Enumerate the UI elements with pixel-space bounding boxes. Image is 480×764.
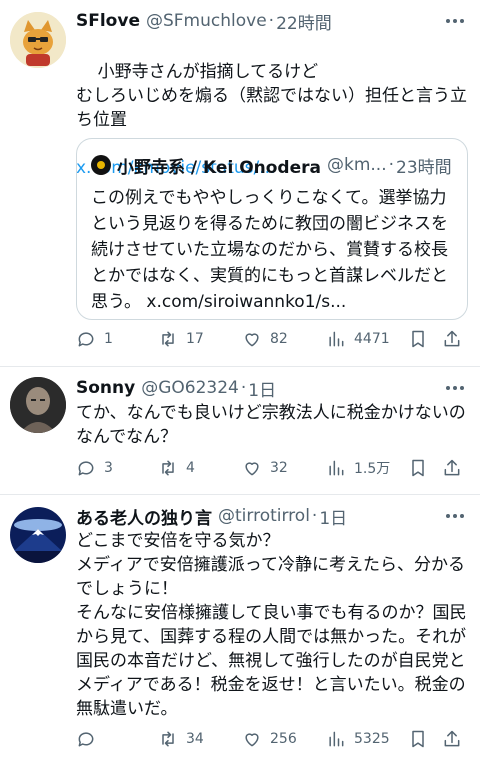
quoted-tweet[interactable]: 小野寺系 / Kei Onodera @km... · 23時間 この例えでもや… — [76, 138, 468, 320]
tweet-old-man[interactable]: ある老人の独り言 @tirrotirrol · 1日 どこまで安倍を守る気か？ … — [0, 495, 480, 764]
views-icon — [329, 460, 344, 476]
quote-avatar — [91, 155, 111, 175]
views-button[interactable]: 4471 — [326, 326, 390, 352]
views-count: 4471 — [354, 331, 390, 347]
author-name[interactable]: ある老人の独り言 — [76, 504, 212, 529]
quote-author-name: 小野寺系 / Kei Onodera — [117, 157, 321, 178]
like-button[interactable]: 256 — [242, 726, 297, 752]
avatar[interactable] — [10, 377, 66, 433]
reply-count: 1 — [104, 331, 113, 347]
like-count: 32 — [270, 460, 288, 476]
like-button[interactable]: 82 — [242, 326, 288, 352]
author-name[interactable]: SFlove — [76, 11, 140, 31]
views-icon — [329, 331, 344, 347]
author-handle[interactable]: @tirrotirrol — [218, 506, 310, 526]
reply-icon — [78, 461, 94, 476]
timestamp[interactable]: 22時間 — [276, 9, 332, 34]
mountain-avatar-icon — [10, 507, 66, 563]
retweet-button[interactable]: 4 — [158, 455, 195, 481]
quote-text: この例えでもややしっくりこなくて。選挙協力という見返りを得るために教団の闇ビジネ… — [91, 188, 448, 312]
bookmark-button[interactable] — [408, 455, 428, 481]
avatar[interactable] — [10, 12, 66, 68]
share-icon — [444, 330, 460, 347]
author-name[interactable]: Sonny — [76, 378, 135, 398]
author-handle[interactable]: @SFmuchlove — [146, 11, 267, 31]
meta-separator: · — [388, 155, 395, 175]
views-button[interactable]: 5325 — [326, 726, 390, 752]
tweet-text-content: 小野寺さんが指摘してるけど むしろいじめを煽る（黙認ではない）担任と言う立ち位置 — [76, 62, 467, 130]
more-options-icon[interactable] — [444, 8, 466, 34]
more-options-icon[interactable] — [444, 375, 466, 401]
views-count: 5325 — [354, 731, 390, 747]
action-bar: 3 4 32 1.5万 — [70, 455, 468, 481]
action-bar: 34 256 5325 — [70, 726, 468, 752]
bookmark-icon — [412, 730, 424, 748]
retweet-icon — [162, 460, 174, 476]
share-icon — [444, 459, 460, 476]
quote-author-handle: @km... — [326, 155, 387, 175]
action-bar: 1 17 82 4471 — [70, 326, 468, 352]
bookmark-button[interactable] — [408, 326, 428, 352]
meta-separator: · — [240, 378, 247, 398]
retweet-count: 4 — [186, 460, 195, 476]
avatar[interactable] — [10, 507, 66, 563]
retweet-icon — [162, 731, 174, 747]
bookmark-button[interactable] — [408, 726, 428, 752]
views-icon — [329, 731, 344, 747]
tweet-sflove[interactable]: SFlove @SFmuchlove · 22時間 小野寺さんが指摘してるけど … — [0, 0, 480, 366]
author-handle[interactable]: @GO62324 — [141, 378, 239, 398]
reply-button[interactable]: 1 — [76, 326, 113, 352]
person-avatar-icon — [10, 377, 66, 433]
reply-count: 3 — [104, 460, 113, 476]
cat-avatar-icon — [10, 12, 66, 68]
tweet-sonny[interactable]: Sonny @GO62324 · 1日 てか、なんでも良いけど宗教法人に税金かけ… — [0, 367, 480, 494]
tweet-text: どこまで安倍を守る気か？ メディアで安倍擁護派って冷静に考えたら、分かるでしょう… — [76, 531, 467, 719]
retweet-button[interactable]: 34 — [158, 726, 204, 752]
share-button[interactable] — [442, 326, 462, 352]
reply-icon — [78, 332, 94, 347]
more-options-icon[interactable] — [444, 503, 466, 529]
retweet-icon — [162, 331, 174, 347]
meta-separator: · — [268, 11, 275, 31]
tweet-text: てか、なんでも良いけど宗教法人に税金かけないのなんでなん？ — [76, 403, 466, 447]
reply-icon — [78, 732, 94, 747]
bookmark-icon — [412, 459, 424, 477]
views-button[interactable]: 1.5万 — [326, 455, 390, 481]
retweet-count: 17 — [186, 331, 204, 347]
timestamp[interactable]: 1日 — [248, 376, 276, 401]
reply-button[interactable]: 3 — [76, 455, 113, 481]
quote-timestamp: 23時間 — [396, 157, 452, 178]
heart-icon — [245, 733, 259, 747]
timestamp[interactable]: 1日 — [319, 504, 347, 529]
reply-button[interactable] — [76, 726, 104, 752]
like-count: 82 — [270, 331, 288, 347]
bookmark-icon — [412, 330, 424, 348]
heart-icon — [245, 333, 259, 347]
retweet-button[interactable]: 17 — [158, 326, 204, 352]
like-button[interactable]: 32 — [242, 455, 288, 481]
retweet-count: 34 — [186, 731, 204, 747]
share-icon — [444, 730, 460, 747]
like-count: 256 — [270, 731, 297, 747]
heart-icon — [245, 462, 259, 476]
meta-separator: · — [311, 506, 318, 526]
share-button[interactable] — [442, 455, 462, 481]
share-button[interactable] — [442, 726, 462, 752]
views-count: 1.5万 — [354, 461, 391, 477]
